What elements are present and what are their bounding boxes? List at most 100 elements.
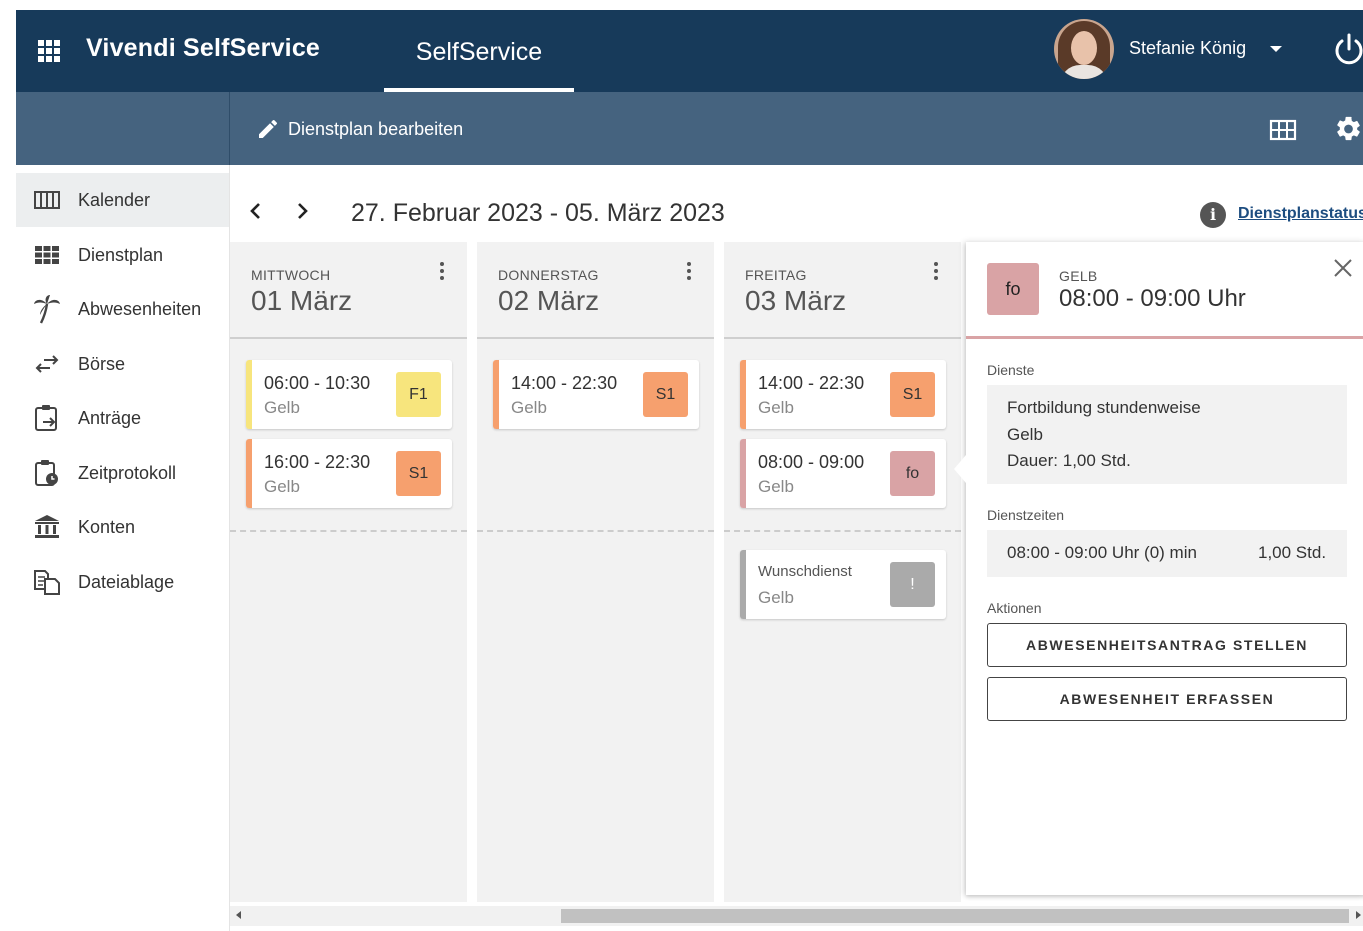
request-absence-button[interactable]: ABWESENHEITSANTRAG STELLEN: [987, 623, 1347, 667]
edit-schedule-button[interactable]: Dienstplan bearbeiten: [256, 116, 463, 142]
shift-group: Gelb: [758, 477, 794, 496]
weekday-label: MITTWOCH: [251, 267, 331, 283]
shift-card[interactable]: 16:00 - 22:30 Gelb S1: [246, 439, 452, 508]
day-header: FREITAG 03 März: [724, 242, 961, 339]
day-date: 01 März: [251, 285, 353, 316]
divider: [724, 530, 961, 532]
scroll-right-icon[interactable]: [1356, 911, 1361, 919]
day-date: 03 März: [745, 285, 847, 316]
service-name: Fortbildung stundenweise: [1007, 398, 1201, 417]
avatar[interactable]: [1054, 19, 1114, 79]
app-brand: Vivendi SelfService: [86, 34, 321, 62]
bank-icon: [16, 514, 78, 540]
divider: [230, 530, 467, 532]
sidebar-item-label: Abwesenheiten: [78, 298, 202, 319]
shift-badge: S1: [643, 372, 688, 417]
palm-tree-icon: [16, 294, 78, 324]
wish-shift-card[interactable]: Wunschdienst Gelb !: [740, 550, 946, 619]
chevron-down-icon[interactable]: [1270, 46, 1282, 52]
shift-detail-panel: fo GELB 08:00 - 09:00 Uhr Dienste Fortbi…: [954, 242, 1363, 895]
time-hours: 1,00 Std.: [1258, 543, 1327, 562]
more-options-icon[interactable]: [929, 256, 943, 286]
day-header: MITTWOCH 01 März: [230, 242, 467, 339]
shift-card[interactable]: 14:00 - 22:30 Gelb S1: [740, 360, 946, 429]
shift-group: Gelb: [758, 398, 794, 417]
shift-time: 16:00 - 22:30: [264, 452, 371, 472]
table-view-icon[interactable]: [1269, 119, 1297, 146]
shift-group: Gelb: [511, 398, 547, 417]
sidebar-item-kalender[interactable]: Kalender: [16, 173, 229, 227]
scroll-left-icon[interactable]: [236, 911, 241, 919]
top-bar: Vivendi SelfService SelfService Stefanie…: [16, 10, 1363, 92]
sidebar-item-konten[interactable]: Konten: [16, 500, 229, 554]
sidebar: Kalender Dienstplan Abwesenheiten Börse …: [16, 165, 230, 931]
shift-badge: fo: [987, 263, 1039, 315]
swap-icon: [16, 354, 78, 374]
shift-card-selected[interactable]: 08:00 - 09:00 Gelb fo: [740, 439, 946, 508]
shift-group: Gelb: [264, 398, 300, 417]
sidebar-item-label: Konten: [78, 516, 136, 537]
schedule-status-link[interactable]: Dienstplanstatus: [1238, 205, 1363, 223]
horizontal-scrollbar[interactable]: [230, 906, 1363, 926]
day-column: DONNERSTAG 02 März 14:00 - 22:30 Gelb S1: [477, 242, 714, 902]
tab-selfservice[interactable]: SelfService: [384, 10, 574, 92]
wish-label: Wunschdienst: [758, 563, 852, 580]
info-icon[interactable]: i: [1200, 202, 1226, 228]
pencil-icon: [259, 119, 278, 138]
times-heading: Dienstzeiten: [987, 507, 1065, 523]
user-name[interactable]: Stefanie König: [1129, 38, 1246, 59]
times-box: 08:00 - 09:00 Uhr (0) min 1,00 Std.: [987, 530, 1347, 577]
day-date: 02 März: [498, 285, 600, 316]
sidebar-item-label: Börse: [78, 353, 126, 374]
shift-badge: S1: [396, 451, 441, 496]
previous-week-button[interactable]: [248, 201, 262, 227]
shift-time: 14:00 - 22:30: [511, 373, 618, 393]
date-range: 27. Februar 2023 - 05. März 2023: [351, 199, 725, 227]
shift-card[interactable]: 14:00 - 22:30 Gelb S1: [493, 360, 699, 429]
shift-time: 14:00 - 22:30: [758, 373, 865, 393]
chevron-left-icon: [250, 203, 260, 219]
scroll-thumb[interactable]: [561, 909, 1349, 923]
shift-time: 08:00 - 09:00 Uhr: [1059, 285, 1246, 312]
day-column: MITTWOCH 01 März 06:00 - 10:30 Gelb F1 1…: [230, 242, 467, 902]
sidebar-item-antraege[interactable]: Anträge: [16, 391, 229, 445]
shift-group: Gelb: [264, 477, 300, 496]
shift-badge: F1: [396, 372, 441, 417]
sidebar-item-label: Kalender: [78, 189, 151, 210]
sidebar-item-boerse[interactable]: Börse: [16, 337, 229, 391]
weekday-label: DONNERSTAG: [498, 267, 599, 283]
day-header: DONNERSTAG 02 März: [477, 242, 714, 339]
shift-badge: !: [890, 562, 935, 607]
more-options-icon[interactable]: [435, 256, 449, 286]
weekday-label: FREITAG: [745, 267, 807, 283]
close-icon[interactable]: [1332, 257, 1354, 283]
sidebar-item-label: Dateiablage: [78, 571, 175, 592]
sidebar-item-abwesenheiten[interactable]: Abwesenheiten: [16, 282, 229, 336]
sidebar-item-label: Anträge: [78, 407, 142, 428]
day-column: FREITAG 03 März 14:00 - 22:30 Gelb S1 08…: [724, 242, 961, 902]
shift-time: 06:00 - 10:30: [264, 373, 371, 393]
grid-icon: [16, 246, 78, 264]
services-box: Fortbildung stundenweise Gelb Dauer: 1,0…: [987, 385, 1347, 484]
record-absence-button[interactable]: ABWESENHEIT ERFASSEN: [987, 677, 1347, 721]
shift-group: Gelb: [758, 588, 794, 607]
sidebar-item-zeitprotokoll[interactable]: Zeitprotokoll: [16, 446, 229, 500]
shift-card[interactable]: 06:00 - 10:30 Gelb F1: [246, 360, 452, 429]
next-week-button[interactable]: [296, 201, 310, 227]
sidebar-item-dateiablage[interactable]: Dateiablage: [16, 555, 229, 609]
more-options-icon[interactable]: [682, 256, 696, 286]
sidebar-item-dienstplan[interactable]: Dienstplan: [16, 228, 229, 282]
apps-grid-icon[interactable]: [38, 40, 60, 62]
gear-icon[interactable]: [1334, 114, 1363, 149]
file-icon: [16, 569, 78, 595]
edit-schedule-label: Dienstplan bearbeiten: [288, 118, 464, 139]
shift-badge: fo: [890, 451, 935, 496]
tab-selfservice-label: SelfService: [415, 38, 543, 66]
divider: [477, 530, 714, 532]
sidebar-item-label: Dienstplan: [78, 244, 164, 265]
calendar-view: 27. Februar 2023 - 05. März 2023 i Diens…: [230, 165, 1363, 931]
sidebar-item-label: Zeitprotokoll: [78, 462, 177, 483]
actions-heading: Aktionen: [987, 600, 1042, 616]
shift-category: GELB: [1059, 268, 1098, 284]
power-icon[interactable]: [1332, 32, 1363, 73]
